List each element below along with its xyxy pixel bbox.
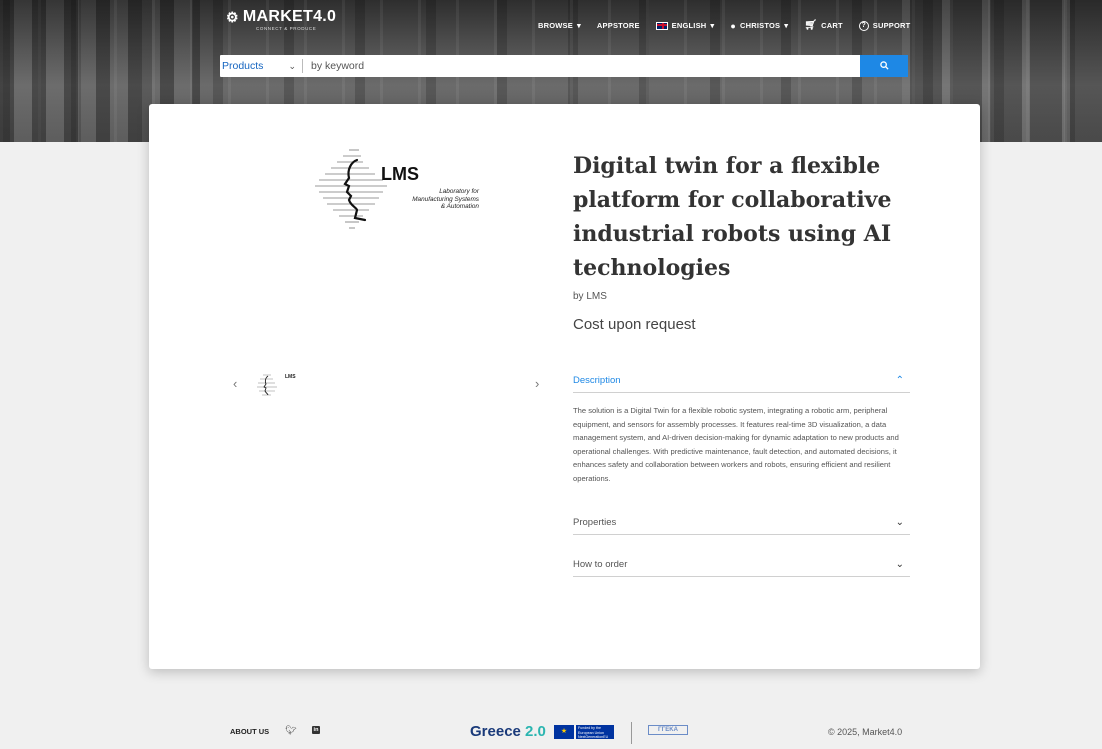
chevron-left-icon[interactable]: ‹: [233, 376, 237, 391]
accordion-description-header[interactable]: Description ⌃: [573, 369, 910, 393]
image-title: LMS: [381, 164, 419, 184]
nav-cart[interactable]: 🛒︎ CART: [804, 20, 843, 31]
lms-thumb-logo: [257, 374, 277, 396]
cart-icon: 🛒︎: [804, 20, 818, 31]
search-button[interactable]: [860, 55, 908, 77]
greece-text: Greece: [470, 723, 526, 740]
nav-cart-label: CART: [821, 21, 843, 30]
logo-text: MARKET4.0: [242, 8, 337, 25]
search-bar: Products ⌄: [220, 55, 908, 77]
eu-flag-icon: ★: [554, 725, 574, 739]
chevron-right-icon[interactable]: ›: [535, 376, 539, 391]
chevron-down-icon: ▾: [710, 21, 715, 30]
image-subtitle-line: Manufacturing Systems: [412, 195, 479, 203]
accordion-how-to-order-label: How to order: [573, 559, 628, 570]
greece-version: 2.0: [525, 723, 546, 740]
image-subtitle: Laboratory for Manufacturing Systems & A…: [359, 188, 479, 211]
uk-flag-icon: [655, 21, 668, 30]
user-icon: ●: [730, 20, 737, 31]
product-accordion: Description ⌃ The solution is a Digital …: [573, 369, 910, 577]
accordion-properties-label: Properties: [573, 517, 617, 528]
linkedin-icon[interactable]: in: [312, 726, 320, 734]
thumbnail-label: LMS: [285, 374, 296, 380]
chevron-down-icon: ⌄: [895, 517, 904, 528]
accordion-description-body: The solution is a Digital Twin for a fle…: [573, 406, 899, 483]
search-category-select[interactable]: Products ⌄: [220, 55, 302, 77]
chevron-down-icon: ▾: [784, 21, 789, 30]
gsri-logo: ΓΓΕΚΑ: [648, 725, 688, 735]
nav-support-label: SUPPORT: [872, 21, 911, 30]
chevron-down-icon: ⌄: [895, 559, 904, 570]
nav-appstore[interactable]: APPSTORE: [597, 21, 640, 30]
nav-support[interactable]: ? SUPPORT: [858, 20, 911, 31]
accordion-how-to-order-header[interactable]: How to order ⌄: [573, 553, 910, 577]
footer-about-link[interactable]: ABOUT US: [230, 727, 269, 736]
product-price: Cost upon request: [573, 316, 696, 333]
top-navigation: BROWSE ▾ APPSTORE ENGLISH ▾ ● CHRISTOS ▾…: [538, 20, 926, 31]
product-title: Digital twin for a flexible platform for…: [573, 153, 892, 281]
chevron-down-icon: ⌄: [288, 60, 296, 71]
chevron-down-icon: ▾: [576, 21, 581, 30]
footer-divider: [631, 722, 632, 744]
nav-browse[interactable]: BROWSE ▾: [538, 21, 581, 30]
product-vendor[interactable]: by LMS: [573, 291, 607, 302]
chevron-up-icon: ⌃: [895, 375, 904, 386]
search-category-value: Products: [222, 60, 264, 72]
greece-2-0-logo: Greece 2.0: [470, 723, 546, 740]
search-icon: [879, 60, 889, 72]
search-input[interactable]: [303, 55, 860, 77]
site-logo[interactable]: ⚙ MARKET4.0 CONNECT & PRODUCE: [226, 8, 336, 31]
nav-language[interactable]: ENGLISH ▾: [655, 21, 715, 30]
nav-user[interactable]: ● CHRISTOS ▾: [730, 21, 788, 31]
eu-funding-label: Funded by the European Union NextGenerat…: [576, 725, 614, 739]
nav-browse-label: BROWSE: [538, 21, 573, 30]
product-main-image[interactable]: LMS Laboratory for Manufacturing Systems…: [311, 146, 479, 234]
product-card: LMS Laboratory for Manufacturing Systems…: [149, 104, 980, 669]
page-footer: ABOUT US 🐦︎ in Greece 2.0 ★ Funded by th…: [0, 722, 1102, 749]
logo-tagline: CONNECT & PRODUCE: [256, 26, 317, 31]
gear-icon: ⚙: [226, 8, 239, 25]
image-subtitle-line: & Automation: [440, 203, 479, 210]
nav-language-label: ENGLISH: [671, 21, 707, 30]
nav-user-label: CHRISTOS: [740, 21, 781, 30]
thumbnail-carousel: ‹ LMS ›: [233, 370, 543, 400]
image-subtitle-line: Laboratory for: [439, 188, 479, 195]
twitter-icon[interactable]: 🐦︎: [285, 725, 296, 736]
accordion-description-label: Description: [573, 375, 621, 386]
accordion-properties-header[interactable]: Properties ⌄: [573, 511, 910, 535]
thumbnail-item[interactable]: LMS: [255, 370, 315, 400]
help-icon: ?: [858, 20, 869, 31]
nav-appstore-label: APPSTORE: [596, 21, 640, 30]
footer-copyright: © 2025, Market4.0: [828, 727, 903, 737]
